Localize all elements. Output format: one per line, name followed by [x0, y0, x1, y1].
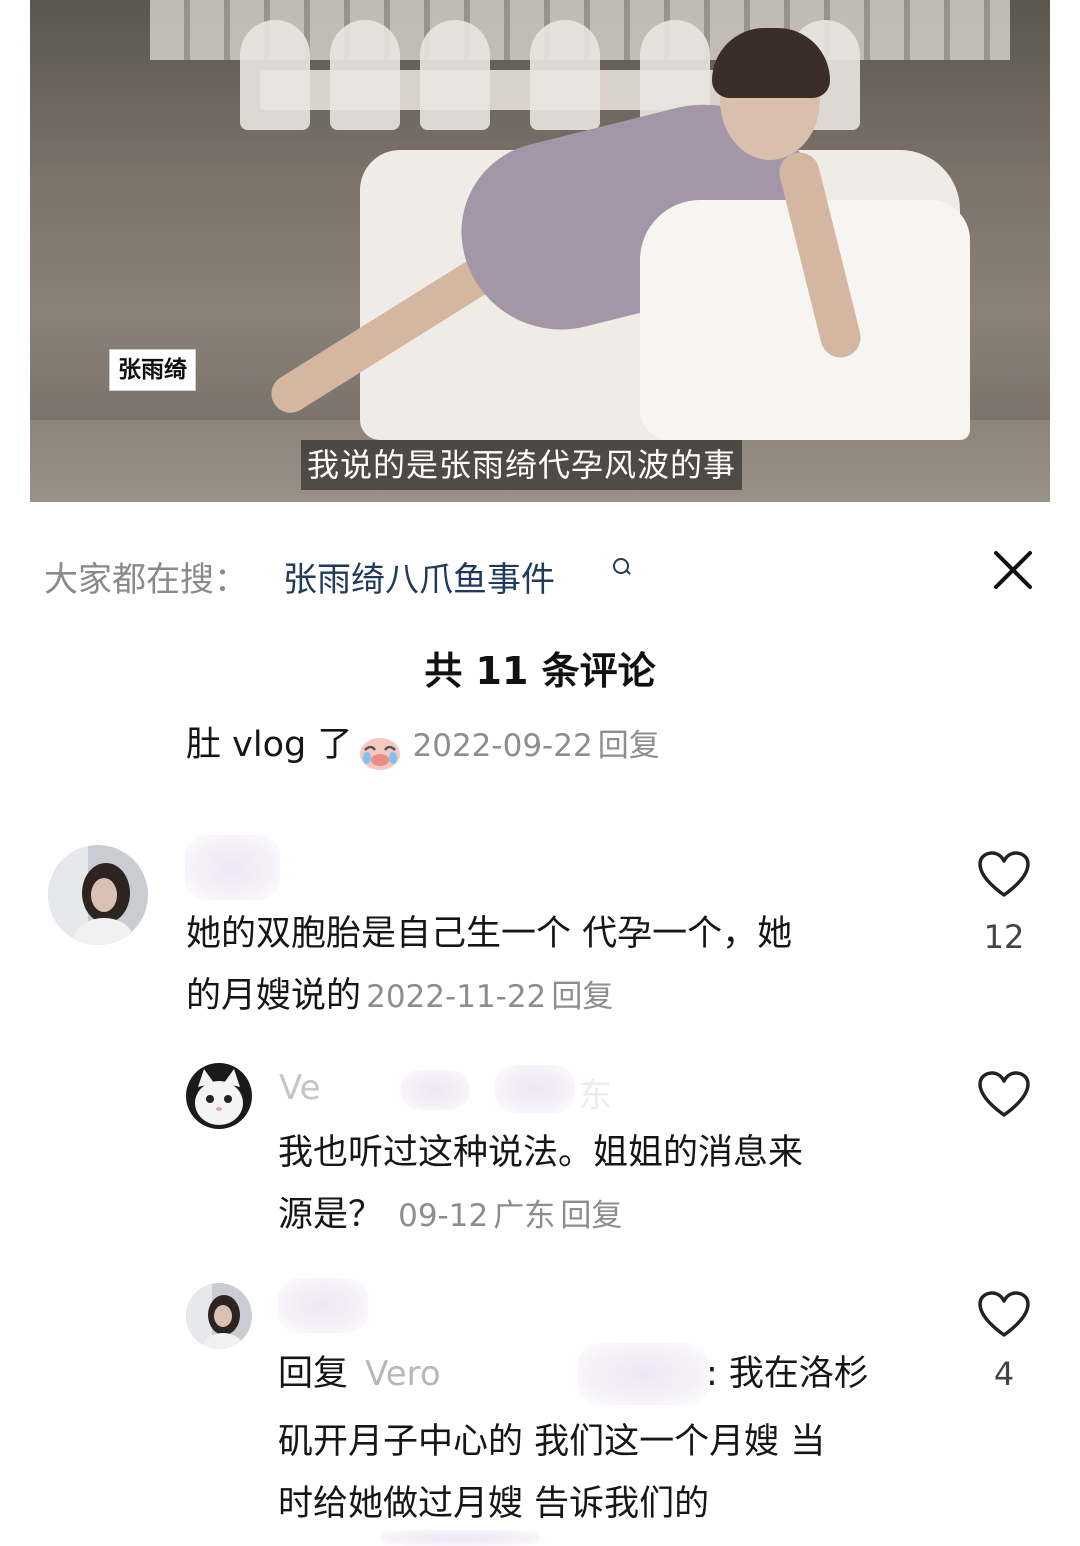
chair [530, 20, 600, 130]
blurred-username [495, 1065, 575, 1113]
like-button[interactable] [977, 1070, 1031, 1120]
comment-text: 肚 vlog 了 [186, 725, 353, 765]
reply-text-line: 时给她做过月嫂 告诉我们的 [278, 1484, 710, 1524]
reply-button[interactable]: 回复 [560, 1198, 622, 1234]
video-subtitle: 我说的是张雨绮代孕风波的事 [301, 440, 743, 490]
comment-text-line: 她的双胞胎是自己生一个 代孕一个，她 [186, 914, 793, 954]
avatar[interactable] [186, 1063, 252, 1129]
like-count: 4 [993, 1355, 1015, 1393]
like-button[interactable] [977, 850, 1031, 900]
close-button[interactable] [988, 545, 1038, 595]
search-icon [613, 558, 629, 574]
reply-text-line: 我也听过这种说法。姐姐的消息来 [278, 1133, 804, 1173]
avatar[interactable] [186, 1283, 252, 1349]
chair [420, 20, 490, 130]
reply-text-line: : 我在洛杉 [706, 1354, 869, 1394]
reply-author-name[interactable]: Ve [279, 1068, 321, 1108]
heart-icon [978, 1291, 1030, 1337]
crying-laugh-emoji-icon [360, 737, 401, 770]
search-suggestion-link[interactable]: 张雨绮八爪鱼事件 [283, 552, 555, 601]
close-icon [994, 551, 1032, 589]
chair [330, 20, 400, 130]
search-suggestion-label: 大家都在搜： [44, 560, 248, 600]
previous-comment: 肚 vlog 了 2022-09-22 回复 [186, 722, 660, 774]
heart-icon [978, 851, 1030, 897]
cat-avatar-image [186, 1063, 252, 1129]
video-player[interactable]: 张雨绮 我说的是张雨绮代孕风波的事 [0, 0, 1080, 520]
comment-date: 2022-11-22 [366, 979, 547, 1015]
reply-text-line: 源是？ [278, 1195, 384, 1235]
mention-link[interactable]: Vero [365, 1354, 441, 1394]
reply-body: 我也听过这种说法。姐姐的消息来 源是？ 09-12 广东 回复 [278, 1122, 928, 1252]
comment-text-line: 的月嫂说的 [186, 976, 362, 1016]
avatar[interactable] [48, 845, 148, 945]
chair [240, 20, 310, 130]
reply-author-location-fragment: 东 [578, 1076, 612, 1116]
heart-icon [978, 1071, 1030, 1117]
reply-button[interactable]: 回复 [551, 979, 613, 1015]
reply-date: 09-12 [398, 1198, 489, 1234]
reply-text-line: 矶开月子中心的 我们这一个月嫂 当 [278, 1422, 826, 1462]
avatar-image [48, 845, 148, 945]
reply-button[interactable]: 回复 [598, 728, 660, 764]
like-button[interactable] [977, 1290, 1031, 1340]
reply-body: 回复 Vero : 我在洛杉 矶开月子中心的 我们这一个月嫂 当 时给她做过月嫂… [278, 1343, 938, 1535]
comment-date: 2022-09-22 [412, 728, 593, 764]
reply-prefix: 回复 [278, 1354, 349, 1394]
blurred-username [278, 1278, 368, 1333]
blurred-username [400, 1070, 470, 1110]
comment-body: 她的双胞胎是自己生一个 代孕一个，她 的月嫂说的 2022-11-22 回复 [186, 903, 926, 1033]
reply-location: 广东 [493, 1198, 556, 1234]
next-comment-peek [380, 1530, 540, 1546]
like-count: 12 [983, 918, 1025, 956]
comment-count-title: 共 11 条评论 [424, 649, 656, 693]
blurred-username [185, 835, 280, 900]
blurred-username [578, 1343, 708, 1405]
avatar-image [186, 1283, 252, 1349]
name-tag: 张雨绮 [109, 349, 196, 391]
